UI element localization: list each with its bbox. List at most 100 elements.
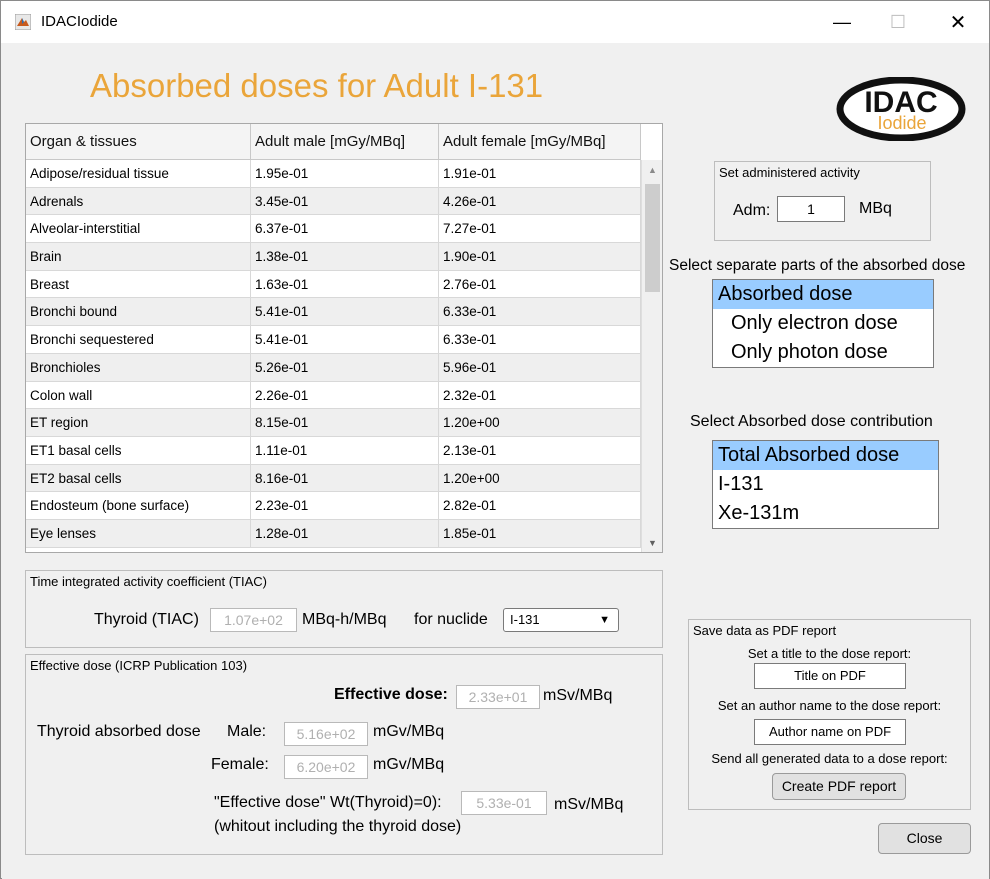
organ-cell: Breast: [26, 270, 251, 299]
maximize-button[interactable]: ☐: [875, 7, 921, 37]
nuclide-selected-value: I-131: [510, 612, 540, 627]
effective-dose-field: 2.33e+01: [456, 685, 540, 709]
wt-thyroid-zero-field: 5.33e-01: [461, 791, 547, 815]
table-scrollbar[interactable]: ▲ ▼: [641, 160, 662, 552]
female-dose-cell: 2.76e-01: [439, 270, 641, 299]
effective-dose-panel-title: Effective dose (ICRP Publication 103): [30, 658, 248, 673]
table-row[interactable]: Brain 1.38e-01 1.90e-01: [26, 243, 641, 271]
nuclide-select[interactable]: I-131 ▼: [503, 608, 619, 632]
tiac-panel-title: Time integrated activity coefficient (TI…: [30, 574, 267, 589]
wt-thyroid-zero-note: (whitout including the thyroid dose): [214, 818, 462, 835]
table-row[interactable]: Colon wall 2.26e-01 2.32e-01: [26, 381, 641, 410]
close-icon: ✕: [949, 11, 967, 34]
table-row[interactable]: Adrenals 3.45e-01 4.26e-01: [26, 187, 641, 216]
dropdown-arrow-icon: ▼: [599, 614, 610, 626]
dose-parts-listbox[interactable]: Absorbed dose Only electron dose Only ph…: [712, 279, 934, 368]
organ-cell: Bronchi sequestered: [26, 326, 251, 354]
table-row[interactable]: Alveolar-interstitial 6.37e-01 7.27e-01: [26, 215, 641, 244]
pdf-panel-title: Save data as PDF report: [693, 623, 837, 638]
female-dose-cell: 1.85e-01: [439, 519, 641, 548]
table-row[interactable]: Endosteum (bone surface) 2.23e-01 2.82e-01: [26, 492, 641, 520]
male-thyroid-dose-unit: mGv/MBq: [373, 723, 445, 740]
window-close-button[interactable]: ✕: [935, 7, 981, 37]
minimize-icon: —: [833, 11, 851, 32]
table-row[interactable]: Bronchioles 5.26e-01 5.96e-01: [26, 353, 641, 382]
organ-dose-table[interactable]: Organ & tissues Adult male [mGy/MBq] Adu…: [25, 123, 663, 553]
male-dose-cell: 1.63e-01: [251, 270, 439, 299]
table-row[interactable]: ET region 8.15e-01 1.20e+00: [26, 409, 641, 437]
table-row[interactable]: Bronchi bound 5.41e-01 6.33e-01: [26, 298, 641, 327]
table-row[interactable]: Bronchi sequestered 5.41e-01 6.33e-01: [26, 326, 641, 354]
male-dose-cell: 8.15e-01: [251, 409, 439, 437]
female-dose-cell: 7.27e-01: [439, 215, 641, 244]
activity-panel-title: Set administered activity: [719, 165, 860, 180]
list-item-i131[interactable]: I-131: [713, 470, 938, 499]
thyroid-tiac-field: 1.07e+02: [210, 608, 297, 632]
app-window: IDACIodide — ☐ ✕ Absorbed doses for Adul…: [0, 0, 990, 879]
scroll-up-icon[interactable]: ▲: [642, 160, 662, 180]
list-item-total-absorbed-dose[interactable]: Total Absorbed dose: [713, 441, 938, 470]
pdf-author-prompt: Set an author name to the dose report:: [717, 698, 942, 713]
create-pdf-report-button[interactable]: Create PDF report: [772, 773, 906, 800]
organ-cell: Brain: [26, 243, 251, 271]
male-dose-cell: 5.26e-01: [251, 353, 439, 382]
list-item-electron-dose[interactable]: Only electron dose: [713, 309, 933, 338]
window-title: IDACIodide: [41, 13, 118, 30]
scroll-thumb[interactable]: [645, 184, 660, 292]
table-row[interactable]: ET2 basal cells 8.16e-01 1.20e+00: [26, 464, 641, 493]
adm-label: Adm:: [733, 202, 771, 219]
minimize-button[interactable]: —: [819, 7, 865, 37]
close-button[interactable]: Close: [878, 823, 971, 854]
pdf-author-input[interactable]: Author name on PDF: [754, 719, 906, 745]
scroll-down-icon[interactable]: ▼: [642, 533, 662, 552]
table-row[interactable]: Adipose/residual tissue 1.95e-01 1.91e-01: [26, 160, 641, 188]
female-thyroid-dose-unit: mGv/MBq: [373, 756, 445, 773]
organ-cell: Alveolar-interstitial: [26, 215, 251, 244]
organ-cell: Bronchi bound: [26, 298, 251, 327]
dose-contribution-listbox[interactable]: Total Absorbed dose I-131 Xe-131m: [712, 440, 939, 529]
organ-cell: ET region: [26, 409, 251, 437]
table-header: Organ & tissues Adult male [mGy/MBq] Adu…: [26, 124, 641, 160]
adm-activity-input[interactable]: 1: [777, 196, 845, 222]
adm-unit-label: MBq: [859, 200, 892, 217]
effective-dose-unit: mSv/MBq: [543, 687, 613, 704]
tiac-unit-label: MBq-h/MBq: [302, 611, 387, 628]
female-dose-cell: 4.26e-01: [439, 187, 641, 216]
list-item-absorbed-dose[interactable]: Absorbed dose: [713, 280, 933, 309]
organ-cell: ET2 basal cells: [26, 464, 251, 493]
female-dose-cell: 1.20e+00: [439, 409, 641, 437]
male-dose-cell: 1.28e-01: [251, 519, 439, 548]
pdf-report-panel: Save data as PDF report Set a title to t…: [688, 619, 971, 810]
table-row[interactable]: Breast 1.63e-01 2.76e-01: [26, 270, 641, 299]
organ-cell: Eye lenses: [26, 519, 251, 548]
title-bar: IDACIodide — ☐ ✕: [1, 1, 989, 43]
female-dose-cell: 5.96e-01: [439, 353, 641, 382]
list-item-photon-dose[interactable]: Only photon dose: [713, 338, 933, 367]
pdf-title-prompt: Set a title to the dose report:: [747, 646, 912, 661]
male-dose-cell: 6.37e-01: [251, 215, 439, 244]
organ-cell: Adrenals: [26, 187, 251, 216]
organ-cell: Adipose/residual tissue: [26, 160, 251, 188]
female-dose-cell: 6.33e-01: [439, 326, 641, 354]
table-row[interactable]: ET1 basal cells 1.11e-01 2.13e-01: [26, 436, 641, 465]
organ-cell: ET1 basal cells: [26, 436, 251, 465]
main-content: Absorbed doses for Adult I-131 IDAC Iodi…: [2, 43, 989, 879]
logo-text-iodide: Iodide: [877, 113, 926, 133]
column-header-organ[interactable]: Organ & tissues: [26, 124, 251, 160]
administered-activity-panel: Set administered activity Adm: 1 MBq: [714, 161, 931, 241]
organ-cell: Bronchioles: [26, 353, 251, 382]
nuclide-label: for nuclide: [414, 611, 488, 628]
separate-parts-label: Select separate parts of the absorbed do…: [669, 257, 966, 274]
pdf-title-input[interactable]: Title on PDF: [754, 663, 906, 689]
effective-dose-panel: Effective dose (ICRP Publication 103) Ef…: [25, 654, 663, 855]
column-header-male[interactable]: Adult male [mGy/MBq]: [251, 124, 439, 160]
table-row[interactable]: Eye lenses 1.28e-01 1.85e-01: [26, 519, 641, 548]
thyroid-absorbed-dose-label: Thyroid absorbed dose: [37, 723, 201, 740]
female-dose-cell: 1.90e-01: [439, 243, 641, 271]
female-dose-cell: 2.82e-01: [439, 492, 641, 520]
column-header-female[interactable]: Adult female [mGy/MBq]: [439, 124, 641, 160]
list-item-xe131m[interactable]: Xe-131m: [713, 499, 938, 528]
male-dose-cell: 5.41e-01: [251, 326, 439, 354]
male-label: Male:: [227, 723, 267, 740]
male-thyroid-dose-field: 5.16e+02: [284, 722, 368, 746]
